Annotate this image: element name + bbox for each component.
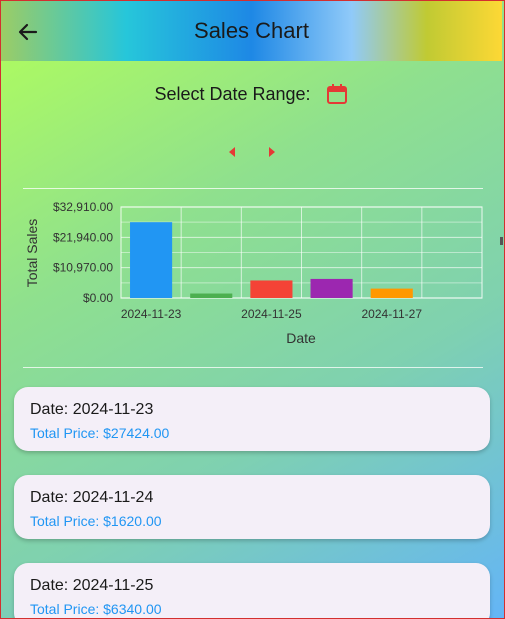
x-tick-label: 2024-11-25 [241,307,302,321]
chart-x-ticks: 2024-11-23 2024-11-25 2024-11-27 [121,307,422,321]
x-tick-label: 2024-11-27 [362,307,423,321]
x-tick-label: 2024-11-23 [121,307,182,321]
period-navigation [227,147,279,159]
divider-top [23,188,483,189]
chart-bar [370,288,413,298]
sales-card[interactable]: Date: 2024-11-25 Total Price: $6340.00 [14,563,490,618]
chart-bar [190,293,233,298]
sales-card-date: Date: 2024-11-23 [30,401,154,418]
y-tick-label: $10,970.00 [53,261,113,275]
date-range-row: Select Date Range: [1,80,502,108]
calendar-icon[interactable] [325,82,349,106]
scroll-edge-indicator [500,237,503,245]
sales-card[interactable]: Date: 2024-11-23 Total Price: $27424.00 [14,387,490,451]
sales-card-total: Total Price: $6340.00 [30,601,162,617]
y-tick-label: $32,910.00 [53,200,113,214]
y-axis-label: Total Sales [24,219,40,287]
app-bar: Sales Chart [1,1,502,61]
chart-bar [250,280,293,298]
y-tick-label: $21,940.00 [53,230,113,244]
chart-bar [310,278,353,298]
sales-card-date: Date: 2024-11-25 [30,577,154,594]
sales-card-total: Total Price: $27424.00 [30,425,170,441]
arrow-left-icon[interactable] [229,147,235,157]
app-frame: Sales Chart Select Date Range: $0.00 $10,… [0,0,505,619]
sales-card-date: Date: 2024-11-24 [30,489,154,506]
sales-bar-chart: $0.00 $10,970.00 $21,940.00 $32,910.00 2024… [24,200,483,346]
x-axis-label: Date [286,330,316,346]
sales-card[interactable]: Date: 2024-11-24 Total Price: $1620.00 [14,475,490,539]
date-range-label: Select Date Range: [154,83,311,104]
chart-bar [130,222,173,298]
y-tick-label: $0.00 [83,291,113,305]
divider-bottom [23,367,483,368]
arrow-right-icon[interactable] [269,147,275,157]
sales-card-total: Total Price: $1620.00 [30,513,162,529]
chart-grid [120,206,483,299]
chart-bars [130,222,413,298]
page-title: Sales Chart [194,18,309,43]
chart-y-ticks: $0.00 $10,970.00 $21,940.00 $32,910.00 [53,200,113,305]
